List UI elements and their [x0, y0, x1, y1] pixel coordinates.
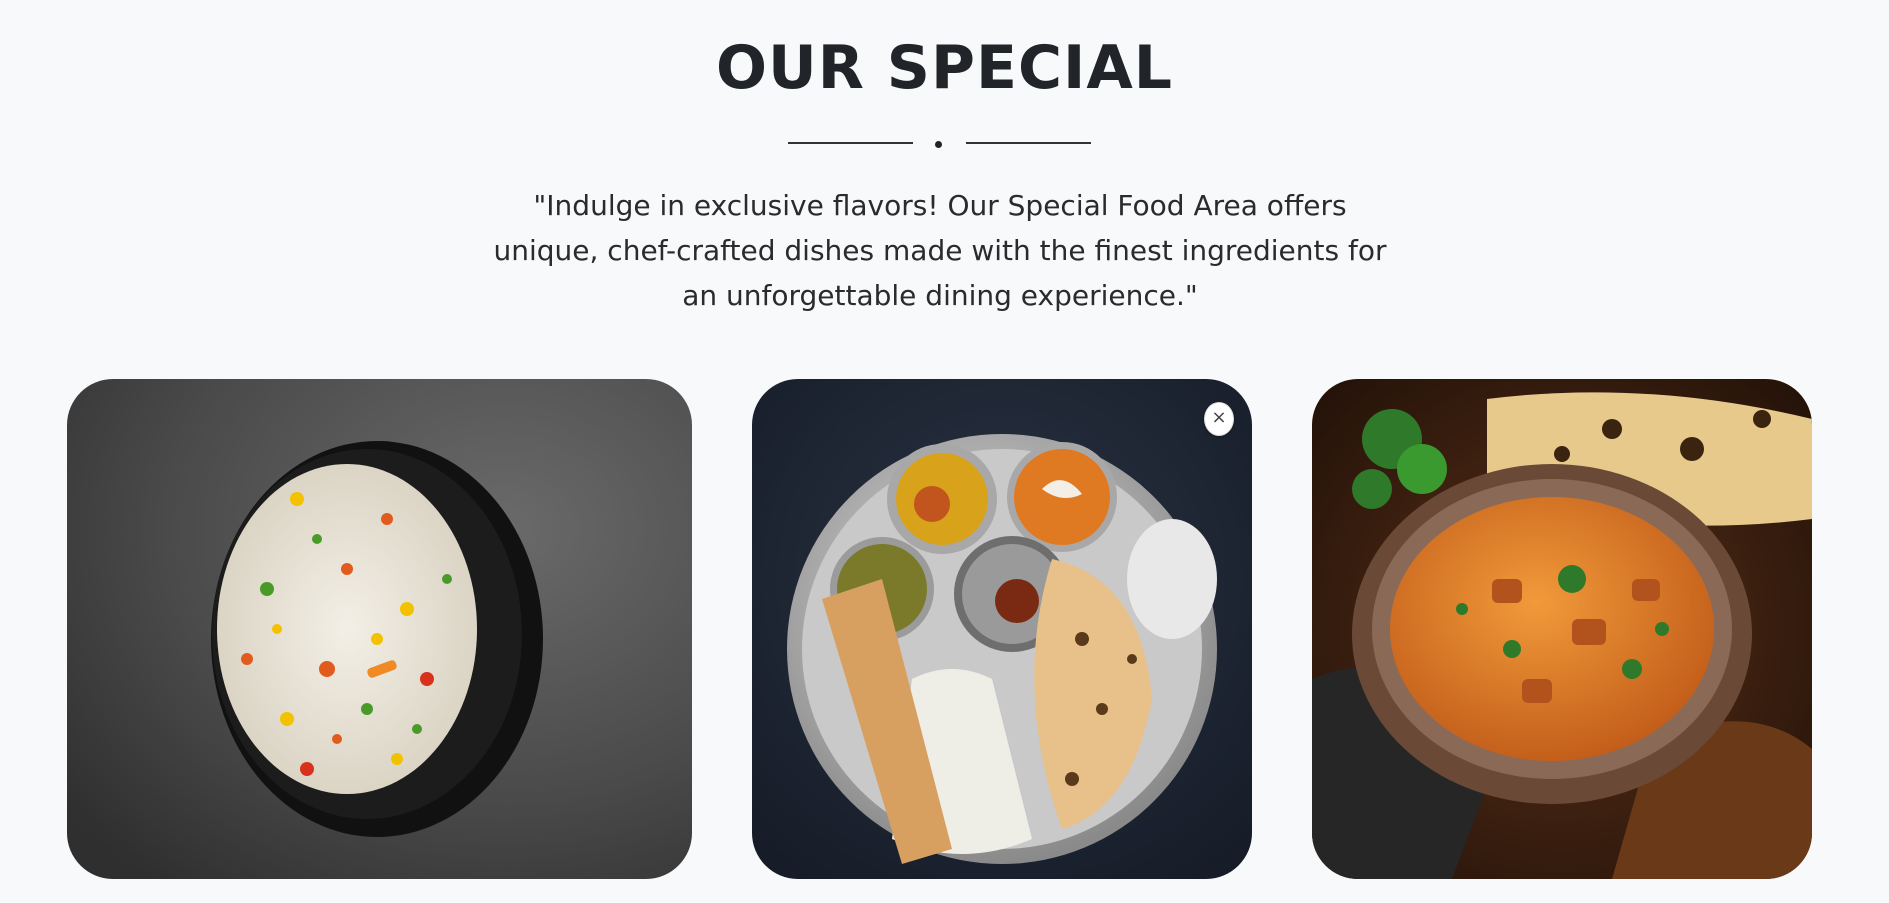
- fried-rice-image: [67, 379, 692, 879]
- divider-line-left: [788, 142, 913, 144]
- special-card-fried-rice[interactable]: [67, 379, 692, 879]
- special-card-thali[interactable]: ×: [752, 379, 1252, 879]
- section-description: "Indulge in exclusive flavors! Our Speci…: [493, 189, 1387, 312]
- close-button[interactable]: ×: [1204, 402, 1234, 436]
- section-title: OUR SPECIAL: [715, 33, 1173, 103]
- divider-dot: [935, 141, 942, 148]
- title-divider: [0, 136, 1889, 156]
- butter-chicken-image: [1312, 379, 1812, 879]
- special-card-curry[interactable]: [1312, 379, 1812, 879]
- divider-line-right: [966, 142, 1091, 144]
- thali-image: [752, 379, 1252, 879]
